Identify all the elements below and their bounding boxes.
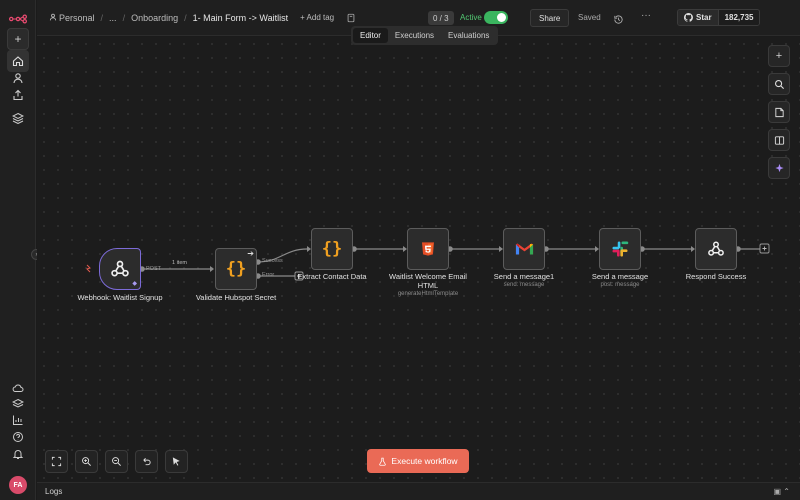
html5-icon [422,242,434,256]
node-label: Respond Success [685,272,747,281]
edge-label-items: 1 item [172,260,187,266]
slack-icon [612,241,629,257]
zoom-in-icon[interactable] [75,450,98,473]
node-sublabel: generateHtmlTemplate [397,291,459,297]
arrow-right-icon: ➔ [247,249,254,258]
node-validate-hubspot-secret[interactable]: {} ➔ [215,248,257,290]
add-node-button[interactable]: + [768,45,790,67]
cursor-icon[interactable] [165,450,188,473]
logs-expand-icon[interactable]: ▣ ⌃ [774,487,790,496]
webhook-icon [111,260,129,277]
sticky-note-icon[interactable] [768,101,790,123]
node-send-a-message[interactable] [599,228,641,270]
node-label: Send a message1 [493,272,555,281]
node-webhook-waitlist-signup[interactable]: ◆ [99,248,141,290]
search-icon[interactable] [768,73,790,95]
node-waitlist-welcome-email-html[interactable] [407,228,449,270]
edge-label-post: POST [146,266,161,272]
gmail-icon [515,243,533,255]
node-label: Send a message [591,272,649,281]
ai-sparkle-icon[interactable] [768,157,790,179]
flask-icon [379,457,387,466]
node-send-a-message1[interactable] [503,228,545,270]
zoom-out-icon[interactable] [105,450,128,473]
node-sublabel: send: message [503,282,545,288]
execute-workflow-label: Execute workflow [391,456,458,466]
trigger-bolt-icon [86,264,91,273]
node-label: Webhook: Waitlist Signup [77,293,163,302]
edge-label-error: Error [262,272,275,278]
panel-toggle-icon[interactable] [768,129,790,151]
arrow-head [210,266,214,272]
test-badge-icon: ◆ [132,281,137,287]
code-braces-icon: {} [225,259,247,279]
node-respond-success[interactable] [695,228,737,270]
node-label: Waitlist Welcome Email HTML [389,272,467,290]
logs-label: Logs [45,487,63,496]
code-braces-icon: {} [321,239,343,259]
node-label: Validate Hubspot Secret [195,293,277,302]
execute-workflow-button[interactable]: Execute workflow [367,449,469,473]
fit-view-icon[interactable] [45,450,68,473]
node-label: Extract Contact Data [297,272,367,281]
webhook-icon [708,241,724,256]
node-extract-contact-data[interactable]: {} [311,228,353,270]
logs-panel-bar[interactable]: Logs ▣ ⌃ [37,482,800,500]
node-sublabel: post: message [600,282,640,288]
undo-icon[interactable] [135,450,158,473]
edge-label-success: Success [262,258,283,264]
